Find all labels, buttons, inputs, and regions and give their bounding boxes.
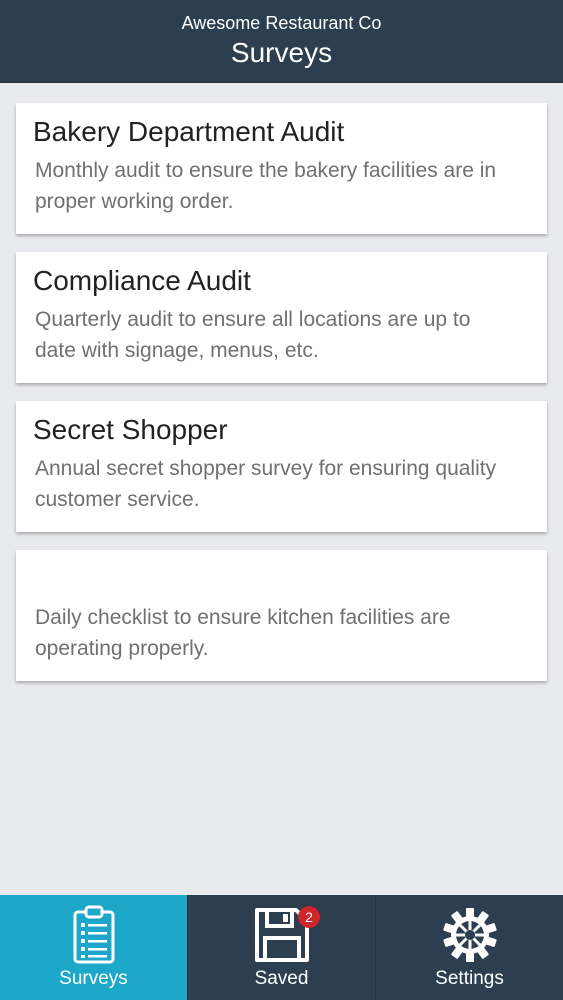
tab-label: Saved bbox=[254, 968, 309, 989]
tab-saved[interactable]: Saved bbox=[187, 895, 375, 1000]
survey-title: Bakery Department Audit bbox=[33, 116, 345, 147]
survey-title: Secret Shopper bbox=[33, 414, 228, 445]
survey-description: Annual secret shopper survey for ensurin… bbox=[35, 457, 497, 511]
tab-label: Surveys bbox=[59, 968, 128, 989]
survey-description: Quarterly audit to ensure all locations … bbox=[35, 308, 471, 362]
survey-title: Compliance Audit bbox=[33, 265, 251, 296]
tab-label: Settings bbox=[435, 968, 504, 989]
survey-list: Bakery Department Audit Monthly audit to… bbox=[16, 103, 547, 699]
page-title: Surveys bbox=[230, 37, 333, 68]
company-name: Awesome Restaurant Co bbox=[181, 13, 382, 33]
gear-icon bbox=[442, 908, 497, 962]
app-root: Awesome Restaurant Co Surveys Bakery Dep… bbox=[0, 0, 563, 1000]
survey-description: Monthly audit to ensure the bakery facil… bbox=[35, 159, 497, 213]
survey-card-secret-shopper[interactable]: Secret Shopper Annual secret shopper sur… bbox=[16, 401, 547, 532]
app-header: Awesome Restaurant Co Surveys bbox=[0, 0, 563, 83]
survey-card-bakery-audit[interactable]: Bakery Department Audit Monthly audit to… bbox=[16, 103, 547, 234]
survey-card-kitchen-checklist[interactable]: Daily checklist to ensure kitchen facili… bbox=[16, 550, 547, 681]
survey-description: Daily checklist to ensure kitchen facili… bbox=[35, 606, 451, 660]
saved-count-badge: 2 bbox=[298, 906, 320, 928]
clipboard-icon bbox=[73, 905, 114, 964]
tab-settings[interactable]: Settings bbox=[375, 895, 563, 1000]
bottom-tab-bar: Surveys Saved Settings bbox=[0, 895, 563, 1000]
survey-card-compliance-audit[interactable]: Compliance Audit Quarterly audit to ensu… bbox=[16, 252, 547, 383]
tab-surveys[interactable]: Surveys bbox=[0, 895, 187, 1000]
